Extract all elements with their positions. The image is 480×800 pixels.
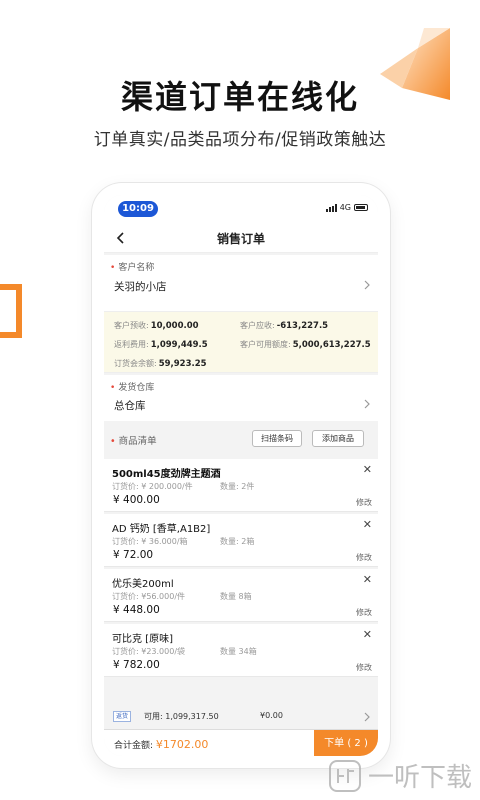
required-mark: • — [110, 436, 116, 447]
battery-icon — [354, 204, 368, 211]
watermark-text: 一听下载 — [367, 763, 472, 793]
product-list-label: 商品清单 — [118, 436, 157, 447]
rebate-bar[interactable]: 返货 可用: 1,099,317.50 ¥0.00 — [104, 707, 378, 727]
watermark: 一听下载 — [328, 757, 472, 794]
rebate-value: 1,099,449.5 — [150, 340, 208, 350]
quantity: 数量 34箱 — [220, 647, 257, 656]
product-list-header: • 商品清单 扫描条码 添加商品 — [104, 423, 378, 457]
place-order-button[interactable]: 下单 ( 2 ) — [314, 730, 378, 756]
unit-price: 订货价: ¥23.000/袋 — [112, 647, 186, 656]
customer-field[interactable]: • 客户名称 关羽的小店 — [104, 255, 378, 311]
checkout-bar: 合计金额: ¥1702.00 下单 ( 2 ) — [104, 729, 378, 756]
remove-icon[interactable]: ✕ — [363, 628, 372, 641]
rebate-tag: 返货 — [113, 711, 131, 722]
customer-value: 关羽的小店 — [114, 281, 167, 293]
warehouse-field[interactable]: • 发货仓库 总仓库 — [104, 375, 378, 421]
line-total: ¥ 400.00 — [113, 494, 160, 506]
remove-icon[interactable]: ✕ — [363, 463, 372, 476]
required-mark: • — [110, 383, 116, 393]
unit-price: 订货价: ¥ 36.000/箱 — [112, 537, 188, 546]
chevron-right-icon — [364, 280, 370, 290]
quantity: 数量 8箱 — [220, 592, 252, 601]
edit-link[interactable]: 修改 — [356, 497, 372, 508]
product-name: 可比克 [原味] — [112, 634, 173, 645]
product-item[interactable]: 500ml45度劲牌主题酒 订货价: ¥ 200.000/件 数量: 2件 ¥ … — [104, 459, 378, 512]
edit-link[interactable]: 修改 — [356, 552, 372, 563]
customer-label: 客户名称 — [118, 263, 155, 273]
total-value: ¥1702.00 — [155, 738, 209, 751]
status-bar: 10:09 4G — [104, 195, 378, 223]
total-label: 合计金额: — [114, 741, 154, 751]
product-name: AD 钙奶 [香草,A1B2] — [112, 524, 211, 535]
product-name: 优乐美200ml — [112, 579, 174, 590]
line-total: ¥ 782.00 — [113, 659, 160, 671]
customer-balance-panel: 客户预收: 10,000.00 客户应收: -613,227.5 返利费用: 1,09… — [104, 311, 378, 373]
product-name: 500ml45度劲牌主题酒 — [112, 469, 221, 480]
edit-link[interactable]: 修改 — [356, 607, 372, 618]
receivable-value: -613,227.5 — [276, 321, 329, 331]
scan-barcode-button[interactable]: 扫描条码 — [252, 430, 302, 447]
page-title: 销售订单 — [216, 232, 265, 246]
warehouse-label: 发货仓库 — [118, 383, 155, 393]
rebate-used: ¥0.00 — [260, 711, 283, 720]
product-item[interactable]: 优乐美200ml 订货价: ¥56.000/件 数量 8箱 ¥ 448.00 ✕… — [104, 569, 378, 622]
chevron-right-icon — [364, 712, 370, 722]
prepaid-value: 10,000.00 — [150, 321, 199, 331]
required-mark: • — [110, 263, 116, 273]
available-credit-value: 5,000,613,227.5 — [292, 340, 371, 350]
status-time: 10:09 — [118, 201, 158, 217]
edit-link[interactable]: 修改 — [356, 662, 372, 673]
product-item[interactable]: 可比克 [原味] 订货价: ¥23.000/袋 数量 34箱 ¥ 782.00 … — [104, 624, 378, 677]
product-item[interactable]: AD 钙奶 [香草,A1B2] 订货价: ¥ 36.000/箱 数量: 2箱 ¥… — [104, 514, 378, 567]
line-total: ¥ 448.00 — [113, 604, 160, 616]
nav-bar: 销售订单 — [104, 223, 378, 253]
unit-price: 订货价: ¥56.000/件 — [112, 592, 186, 601]
warehouse-value: 总仓库 — [114, 400, 146, 412]
orange-bracket-decoration — [0, 284, 22, 338]
phone-screen: 10:09 4G 销售订单 • 客户名称 关羽的小店 客户预收: 10,000.… — [104, 195, 378, 756]
remove-icon[interactable]: ✕ — [363, 573, 372, 586]
add-product-button[interactable]: 添加商品 — [312, 430, 364, 447]
quantity: 数量: 2件 — [220, 482, 255, 491]
network-label: 4G — [339, 203, 351, 212]
chevron-right-icon — [364, 399, 370, 409]
subheadline: 订单真实/品类品项分布/促销政策触达 — [93, 130, 387, 150]
phone-mockup: 10:09 4G 销售订单 • 客户名称 关羽的小店 客户预收: 10,000.… — [92, 183, 390, 768]
rebate-available: 可用: 1,099,317.50 — [144, 712, 219, 721]
line-total: ¥ 72.00 — [113, 549, 154, 561]
signal-icon — [325, 203, 337, 212]
unit-price: 订货价: ¥ 200.000/件 — [112, 482, 193, 491]
headline: 渠道订单在线化 — [120, 78, 359, 116]
quantity: 数量: 2箱 — [220, 537, 255, 546]
remove-icon[interactable]: ✕ — [363, 518, 372, 531]
promo-card: 渠道订单在线化 订单真实/品类品项分布/促销政策触达 10:09 4G 销售订单 — [0, 0, 480, 800]
meeting-balance-value: 59,923.25 — [158, 359, 207, 369]
watermark-logo-icon — [328, 759, 361, 792]
